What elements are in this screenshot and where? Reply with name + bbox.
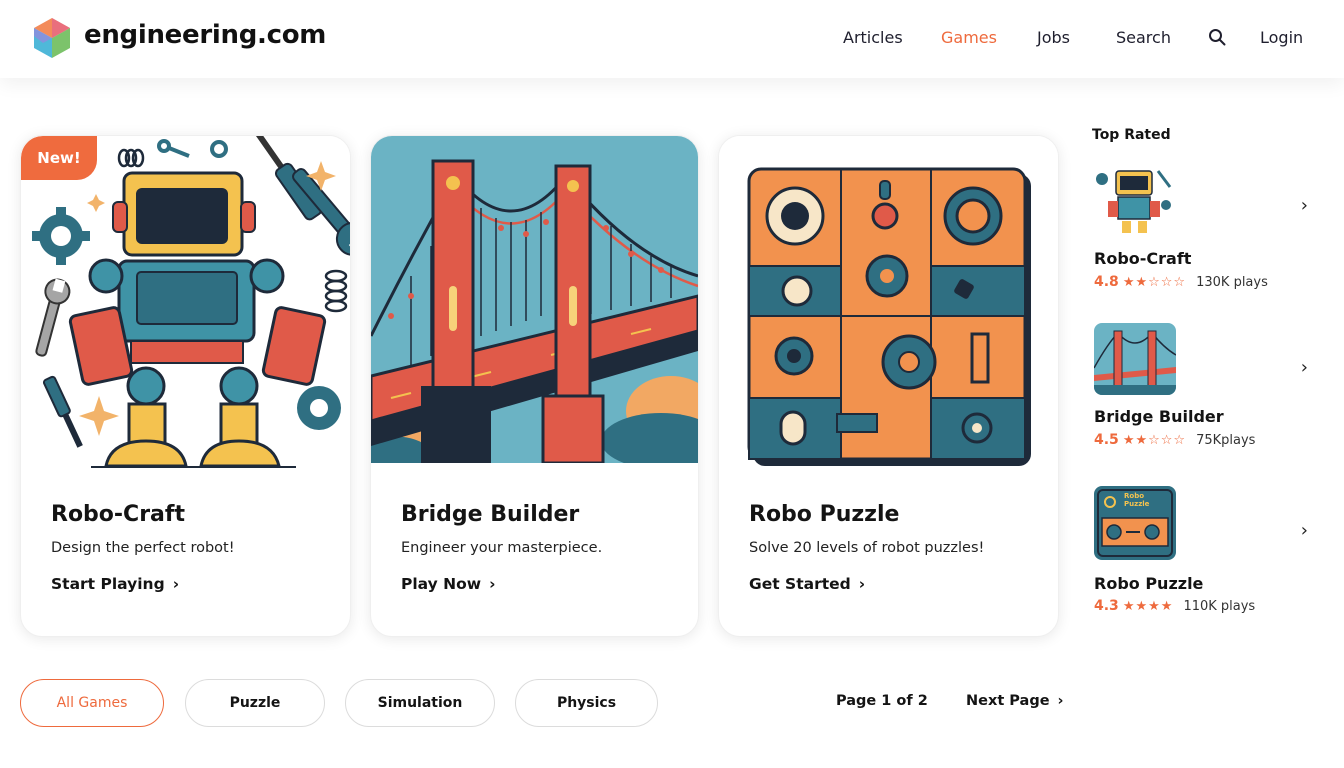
cta-label: Get Started	[749, 575, 851, 593]
top-rated-name: Bridge Builder	[1094, 407, 1224, 426]
card-title: Robo-Craft	[51, 502, 185, 527]
page-indicator: Page 1 of 2	[836, 693, 928, 709]
nav-games[interactable]: Games	[941, 28, 997, 47]
chevron-right-icon: ›	[489, 575, 496, 593]
top-rated-item-robo-puzzle[interactable]: Robo Puzzle Robo Puzzle 4.3 ★★★★ 110K play…	[1094, 486, 1324, 616]
top-rated-item-bridge-builder[interactable]: Bridge Builder 4.5 ★★☆☆☆ 75Kplays ›	[1094, 323, 1324, 453]
gear-puzzle-illustration	[719, 136, 1058, 476]
top-rated-name: Robo-Craft	[1094, 249, 1192, 268]
login-link[interactable]: Login	[1260, 28, 1303, 47]
top-header: engineering.com Articles Games Jobs Sear…	[0, 0, 1344, 78]
nav-search[interactable]: Search	[1116, 28, 1171, 47]
star-rating-icon: ★★☆☆☆	[1122, 275, 1187, 290]
chevron-right-icon[interactable]: ›	[1301, 195, 1308, 216]
nav-jobs[interactable]: Jobs	[1037, 28, 1070, 47]
top-rated-item-robo-craft[interactable]: Robo-Craft 4.8 ★★☆☆☆ 130K plays ›	[1094, 165, 1324, 295]
star-rating-icon: ★★★★	[1122, 599, 1174, 614]
play-count: 75Kplays	[1196, 433, 1256, 448]
thumbnail-title: Robo Puzzle	[1124, 492, 1150, 508]
nav-articles[interactable]: Articles	[843, 28, 903, 47]
top-rated-name: Robo Puzzle	[1094, 574, 1204, 593]
star-rating-icon: ★★☆☆☆	[1122, 433, 1187, 448]
filter-puzzle[interactable]: Puzzle	[185, 679, 325, 727]
card-description: Engineer your masterpiece.	[401, 540, 603, 556]
bridge-builder-thumbnail	[1094, 323, 1176, 395]
robo-puzzle-thumbnail: Robo Puzzle	[1094, 486, 1176, 560]
card-description: Solve 20 levels of robot puzzles!	[749, 540, 985, 556]
play-count: 130K plays	[1196, 275, 1268, 290]
next-page-label: Next Page	[966, 693, 1050, 709]
top-rated-meta: 4.5 ★★☆☆☆ 75Kplays	[1094, 432, 1255, 448]
rating-value: 4.3	[1094, 598, 1119, 614]
filter-all-games[interactable]: All Games	[20, 679, 164, 727]
start-playing-link[interactable]: Start Playing ›	[51, 575, 179, 593]
search-icon[interactable]	[1208, 28, 1226, 46]
bridge-illustration	[371, 136, 698, 463]
chevron-right-icon: ›	[858, 575, 866, 593]
card-description: Design the perfect robot!	[51, 540, 235, 556]
top-rated-meta: 4.8 ★★☆☆☆ 130K plays	[1094, 274, 1268, 290]
card-title: Bridge Builder	[401, 502, 580, 527]
card-title: Robo Puzzle	[749, 502, 900, 527]
robot-illustration	[21, 136, 350, 476]
chevron-right-icon[interactable]: ›	[1301, 357, 1308, 378]
chevron-right-icon[interactable]: ›	[1301, 520, 1308, 541]
rating-value: 4.8	[1094, 274, 1119, 290]
chevron-right-icon: ›	[172, 575, 180, 593]
rating-value: 4.5	[1094, 432, 1119, 448]
next-page-button[interactable]: Next Page ›	[966, 693, 1064, 709]
play-now-link[interactable]: Play Now ›	[401, 575, 496, 593]
get-started-link[interactable]: Get Started ›	[749, 575, 865, 593]
game-card-robo-craft[interactable]: New! Robo-Craft Design the perfect robot…	[20, 135, 351, 637]
cta-label: Start Playing	[51, 575, 165, 593]
new-badge: New!	[21, 136, 97, 180]
chevron-right-icon: ›	[1057, 693, 1064, 709]
filter-simulation[interactable]: Simulation	[345, 679, 495, 727]
top-rated-meta: 4.3 ★★★★ 110K plays	[1094, 598, 1255, 614]
game-card-bridge-builder[interactable]: Bridge Builder Engineer your masterpiece…	[370, 135, 699, 637]
robo-craft-thumbnail	[1094, 165, 1174, 237]
brand-name[interactable]: engineering.com	[84, 20, 326, 50]
cta-label: Play Now	[401, 575, 482, 593]
play-count: 110K plays	[1183, 599, 1256, 614]
cube-logo-icon[interactable]	[32, 16, 72, 60]
filter-physics[interactable]: Physics	[515, 679, 658, 727]
game-card-robo-puzzle[interactable]: Robo Puzzle Solve 20 levels of robot puz…	[718, 135, 1059, 637]
top-rated-heading: Top Rated	[1092, 127, 1171, 143]
